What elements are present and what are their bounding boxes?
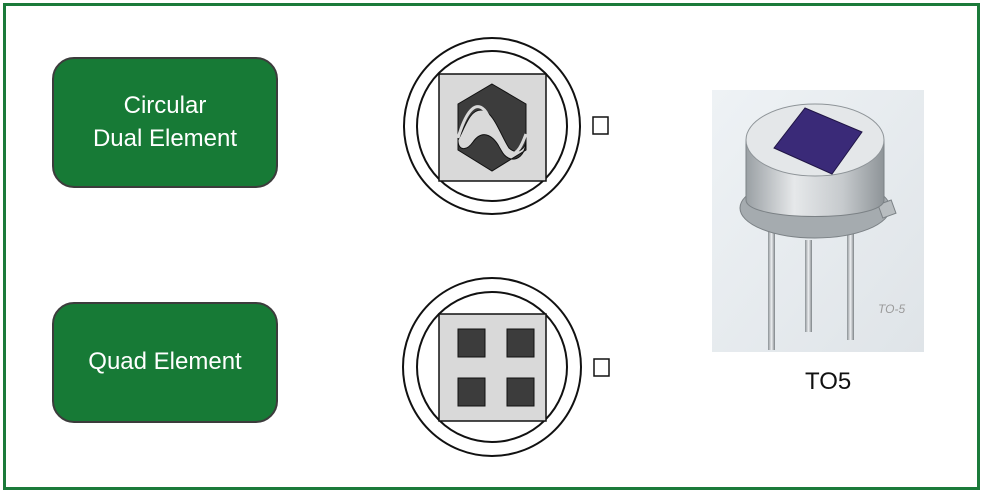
quad-element-tl — [457, 328, 486, 358]
pin-middle — [805, 240, 812, 332]
dual-line-1: Circular — [123, 92, 207, 120]
quad-label-text: Quad Element — [88, 348, 242, 376]
quad-element-br — [506, 377, 535, 407]
pin-right — [847, 230, 854, 340]
quad-element-bl — [457, 377, 486, 407]
sensor-tab — [593, 358, 610, 377]
dual-line-2: Dual Element — [92, 124, 238, 152]
pin-left — [768, 230, 775, 350]
circular-dual-element-label: Circular Dual Element — [52, 57, 278, 188]
sensor-tab — [592, 116, 609, 135]
image-watermark-label: TO-5 — [878, 302, 906, 316]
to5-caption: TO5 — [805, 368, 852, 395]
quad-element-label: Quad Element — [52, 302, 278, 423]
quad-element-sensor-diagram — [402, 277, 610, 457]
quad-element-tr — [506, 328, 535, 358]
dual-element-sensor-diagram — [403, 37, 609, 215]
